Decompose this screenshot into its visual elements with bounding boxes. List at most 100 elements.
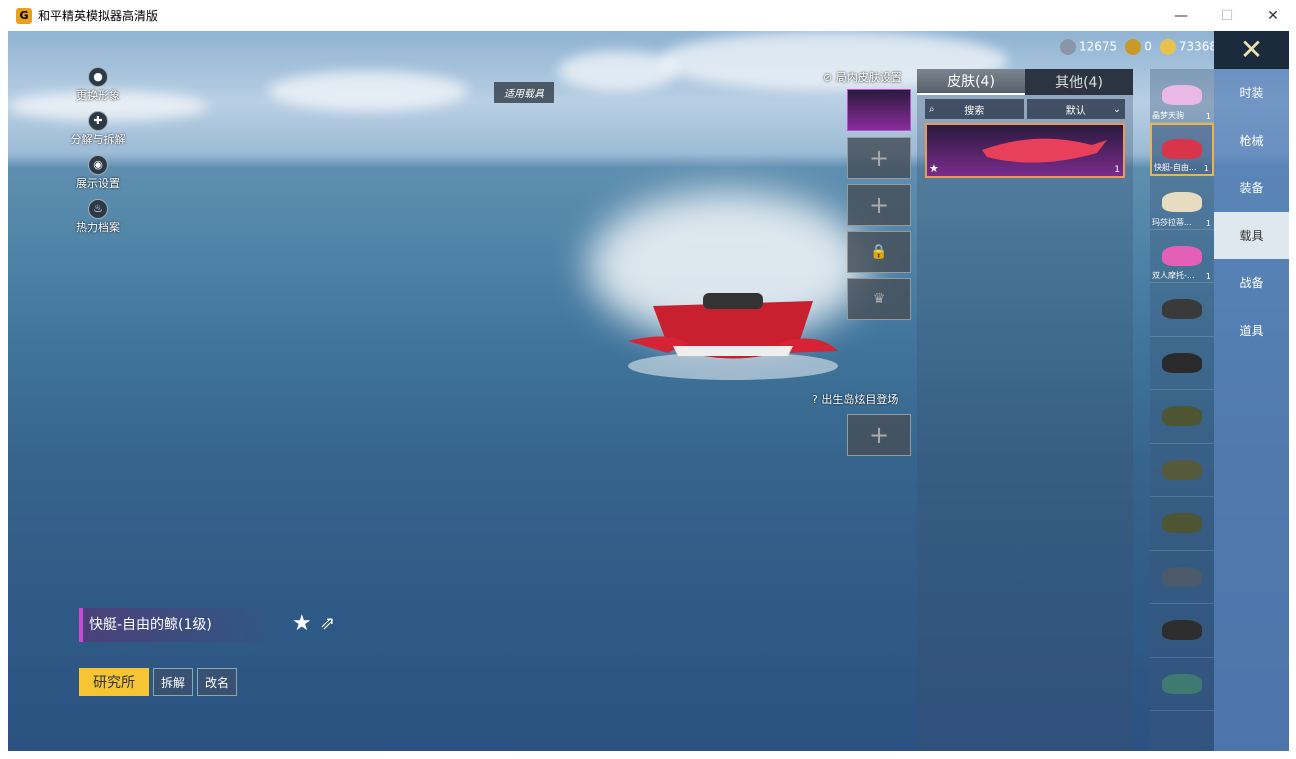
whale-boat-model	[628, 293, 838, 380]
currency-value: 0	[1144, 39, 1152, 54]
vehicle-item[interactable]: 晶梦天驹 1	[1150, 69, 1214, 123]
vehicle-name: 晶梦天驹	[1152, 110, 1184, 120]
currency-bar: 12675 0 73368	[1060, 39, 1217, 55]
window-title: 和平精英模拟器高清版	[38, 9, 159, 23]
vehicle-thumbnail	[1162, 620, 1202, 641]
tab-others[interactable]: 其他(4)	[1025, 69, 1133, 95]
left-menu: ● 更换形象 ✚ 分解与拆解 ◉ 展示设置 ♨ 热力档案	[68, 67, 128, 243]
spawn-island-text: 出生岛炫目登场	[821, 393, 899, 406]
rename-button[interactable]: 改名	[197, 668, 237, 696]
currency-item: 12675	[1060, 39, 1117, 55]
vehicle-list[interactable]: 晶梦天驹 1 快艇-自由... 1 玛莎拉蒂... 1 双人摩托-... 1	[1150, 69, 1214, 751]
vehicle-name: 双人摩托-...	[1152, 271, 1195, 280]
close-window-button[interactable]: ✕	[1250, 0, 1296, 31]
category-tab[interactable]: 道具	[1214, 307, 1289, 355]
currency-item: 0	[1125, 39, 1152, 55]
fire-icon: ♨	[88, 199, 108, 219]
vehicle-item[interactable]	[1150, 658, 1214, 711]
category-sidebar: 时装 枪械 装备 载具 战备 道具	[1214, 69, 1289, 751]
vehicle-item[interactable]	[1150, 283, 1214, 337]
sort-dropdown[interactable]: 默认 ⌄	[1026, 99, 1125, 119]
search-placeholder: 搜索	[964, 105, 985, 117]
left-menu-item[interactable]: ✚ 分解与拆解	[68, 111, 128, 147]
vehicle-item[interactable]	[1150, 497, 1214, 551]
skin-slot-locked[interactable]: 🔒	[847, 231, 911, 273]
spawn-slot-empty[interactable]: +	[847, 414, 911, 456]
vehicle-item[interactable]	[1150, 390, 1214, 444]
game-viewport: ● 更换形象 ✚ 分解与拆解 ◉ 展示设置 ♨ 热力档案 适用载具 12675 0 73368 ⊘…	[8, 31, 1289, 751]
left-menu-label: 分解与拆解	[70, 133, 126, 146]
vehicle-count: 1	[1203, 164, 1209, 173]
chevron-down-icon: ⌄	[1112, 103, 1121, 115]
category-tab[interactable]: 装备	[1214, 164, 1289, 212]
maximize-button[interactable]: ☐	[1204, 0, 1250, 31]
puzzle-icon: ✚	[88, 111, 108, 131]
gold-coin-icon	[1159, 39, 1176, 55]
skin-slot-locked-crown[interactable]: ♛	[847, 278, 911, 320]
silver-coin-icon	[1060, 39, 1076, 55]
eye-icon: ◉	[88, 155, 108, 175]
skin-slot-empty[interactable]: +	[847, 137, 911, 179]
skin-slot-empty[interactable]: +	[847, 184, 911, 226]
whale-boat-thumbnail	[982, 138, 1107, 163]
vehicle-name: 玛莎拉蒂...	[1152, 217, 1192, 227]
currency-value: 12675	[1079, 39, 1118, 54]
currency-value: 73368	[1178, 39, 1218, 54]
research-button[interactable]: 研究所	[79, 668, 149, 696]
search-icon: ⌕	[929, 103, 935, 115]
vehicle-count: 1	[1205, 272, 1211, 281]
ingame-skin-settings-label: ⊘ 局内皮肤设置	[823, 71, 902, 84]
ingame-skin-settings-text: 局内皮肤设置	[835, 71, 902, 84]
left-menu-item[interactable]: ♨ 热力档案	[68, 199, 128, 235]
skin-slot-equipped[interactable]	[847, 89, 911, 131]
person-icon: ●	[88, 67, 108, 87]
skin-count: 1	[1114, 165, 1120, 175]
category-tab[interactable]: 载具	[1214, 211, 1289, 259]
vehicle-thumbnail	[1162, 192, 1202, 213]
left-menu-label: 展示设置	[76, 177, 120, 190]
vehicle-thumbnail	[1162, 566, 1202, 587]
vehicle-thumbnail	[1162, 299, 1202, 320]
close-icon[interactable]: ✕	[1214, 31, 1289, 69]
vehicle-thumbnail	[1162, 139, 1202, 160]
token-icon	[1125, 39, 1142, 55]
spawn-island-label: ? 出生岛炫目登场	[812, 393, 899, 406]
vehicle-name: 快艇-自由...	[1154, 163, 1197, 172]
vehicle-item[interactable]	[1150, 444, 1214, 497]
vehicle-item[interactable]	[1150, 551, 1214, 604]
tab-skins[interactable]: 皮肤(4)	[917, 69, 1025, 95]
share-icon[interactable]: ⇗	[320, 613, 335, 634]
left-menu-item[interactable]: ◉ 展示设置	[68, 155, 128, 191]
skin-panel: 皮肤(4) 其他(4) ⌕ 搜索 默认 ⌄ ★ 1	[917, 69, 1133, 751]
category-tab[interactable]: 战备	[1214, 259, 1289, 307]
vehicle-title: 快艇-自由的鲸(1级)	[79, 608, 279, 642]
search-input[interactable]: ⌕ 搜索	[925, 99, 1024, 119]
vehicle-thumbnail	[1162, 85, 1202, 106]
vehicle-count: 1	[1205, 218, 1211, 228]
dismantle-button[interactable]: 拆解	[153, 668, 193, 696]
vehicle-item[interactable]: 双人摩托-... 1	[1150, 230, 1214, 283]
left-menu-label: 更换形象	[76, 89, 120, 102]
favorite-star-icon[interactable]: ★	[292, 611, 312, 636]
vehicle-thumbnail	[1162, 673, 1202, 694]
vehicle-thumbnail	[1162, 406, 1202, 427]
vehicle-item[interactable]: 玛莎拉蒂... 1	[1150, 176, 1214, 230]
vehicle-item[interactable]	[1150, 337, 1214, 390]
left-menu-item[interactable]: ● 更换形象	[68, 67, 128, 103]
app-logo-icon: G	[16, 7, 32, 24]
vehicle-count: 1	[1205, 111, 1211, 121]
category-tab[interactable]: 枪械	[1214, 117, 1289, 165]
title-bar: G 和平精英模拟器高清版 — ☐ ✕	[0, 0, 1296, 31]
minimize-button[interactable]: —	[1158, 0, 1204, 31]
skin-card-whale-boat[interactable]: ★ 1	[925, 123, 1125, 178]
vehicle-item[interactable]: 快艇-自由... 1	[1150, 122, 1214, 176]
vehicle-thumbnail	[1162, 459, 1202, 480]
lock-icon: 🔒	[870, 244, 888, 260]
vehicle-thumbnail	[1162, 352, 1202, 373]
vehicle-thumbnail	[1162, 245, 1202, 266]
favorite-star-icon[interactable]: ★	[929, 162, 939, 175]
currency-item: 73368	[1159, 39, 1218, 55]
vehicle-item[interactable]	[1150, 604, 1214, 658]
category-tab[interactable]: 时装	[1214, 69, 1289, 117]
left-menu-label: 热力档案	[76, 221, 120, 234]
